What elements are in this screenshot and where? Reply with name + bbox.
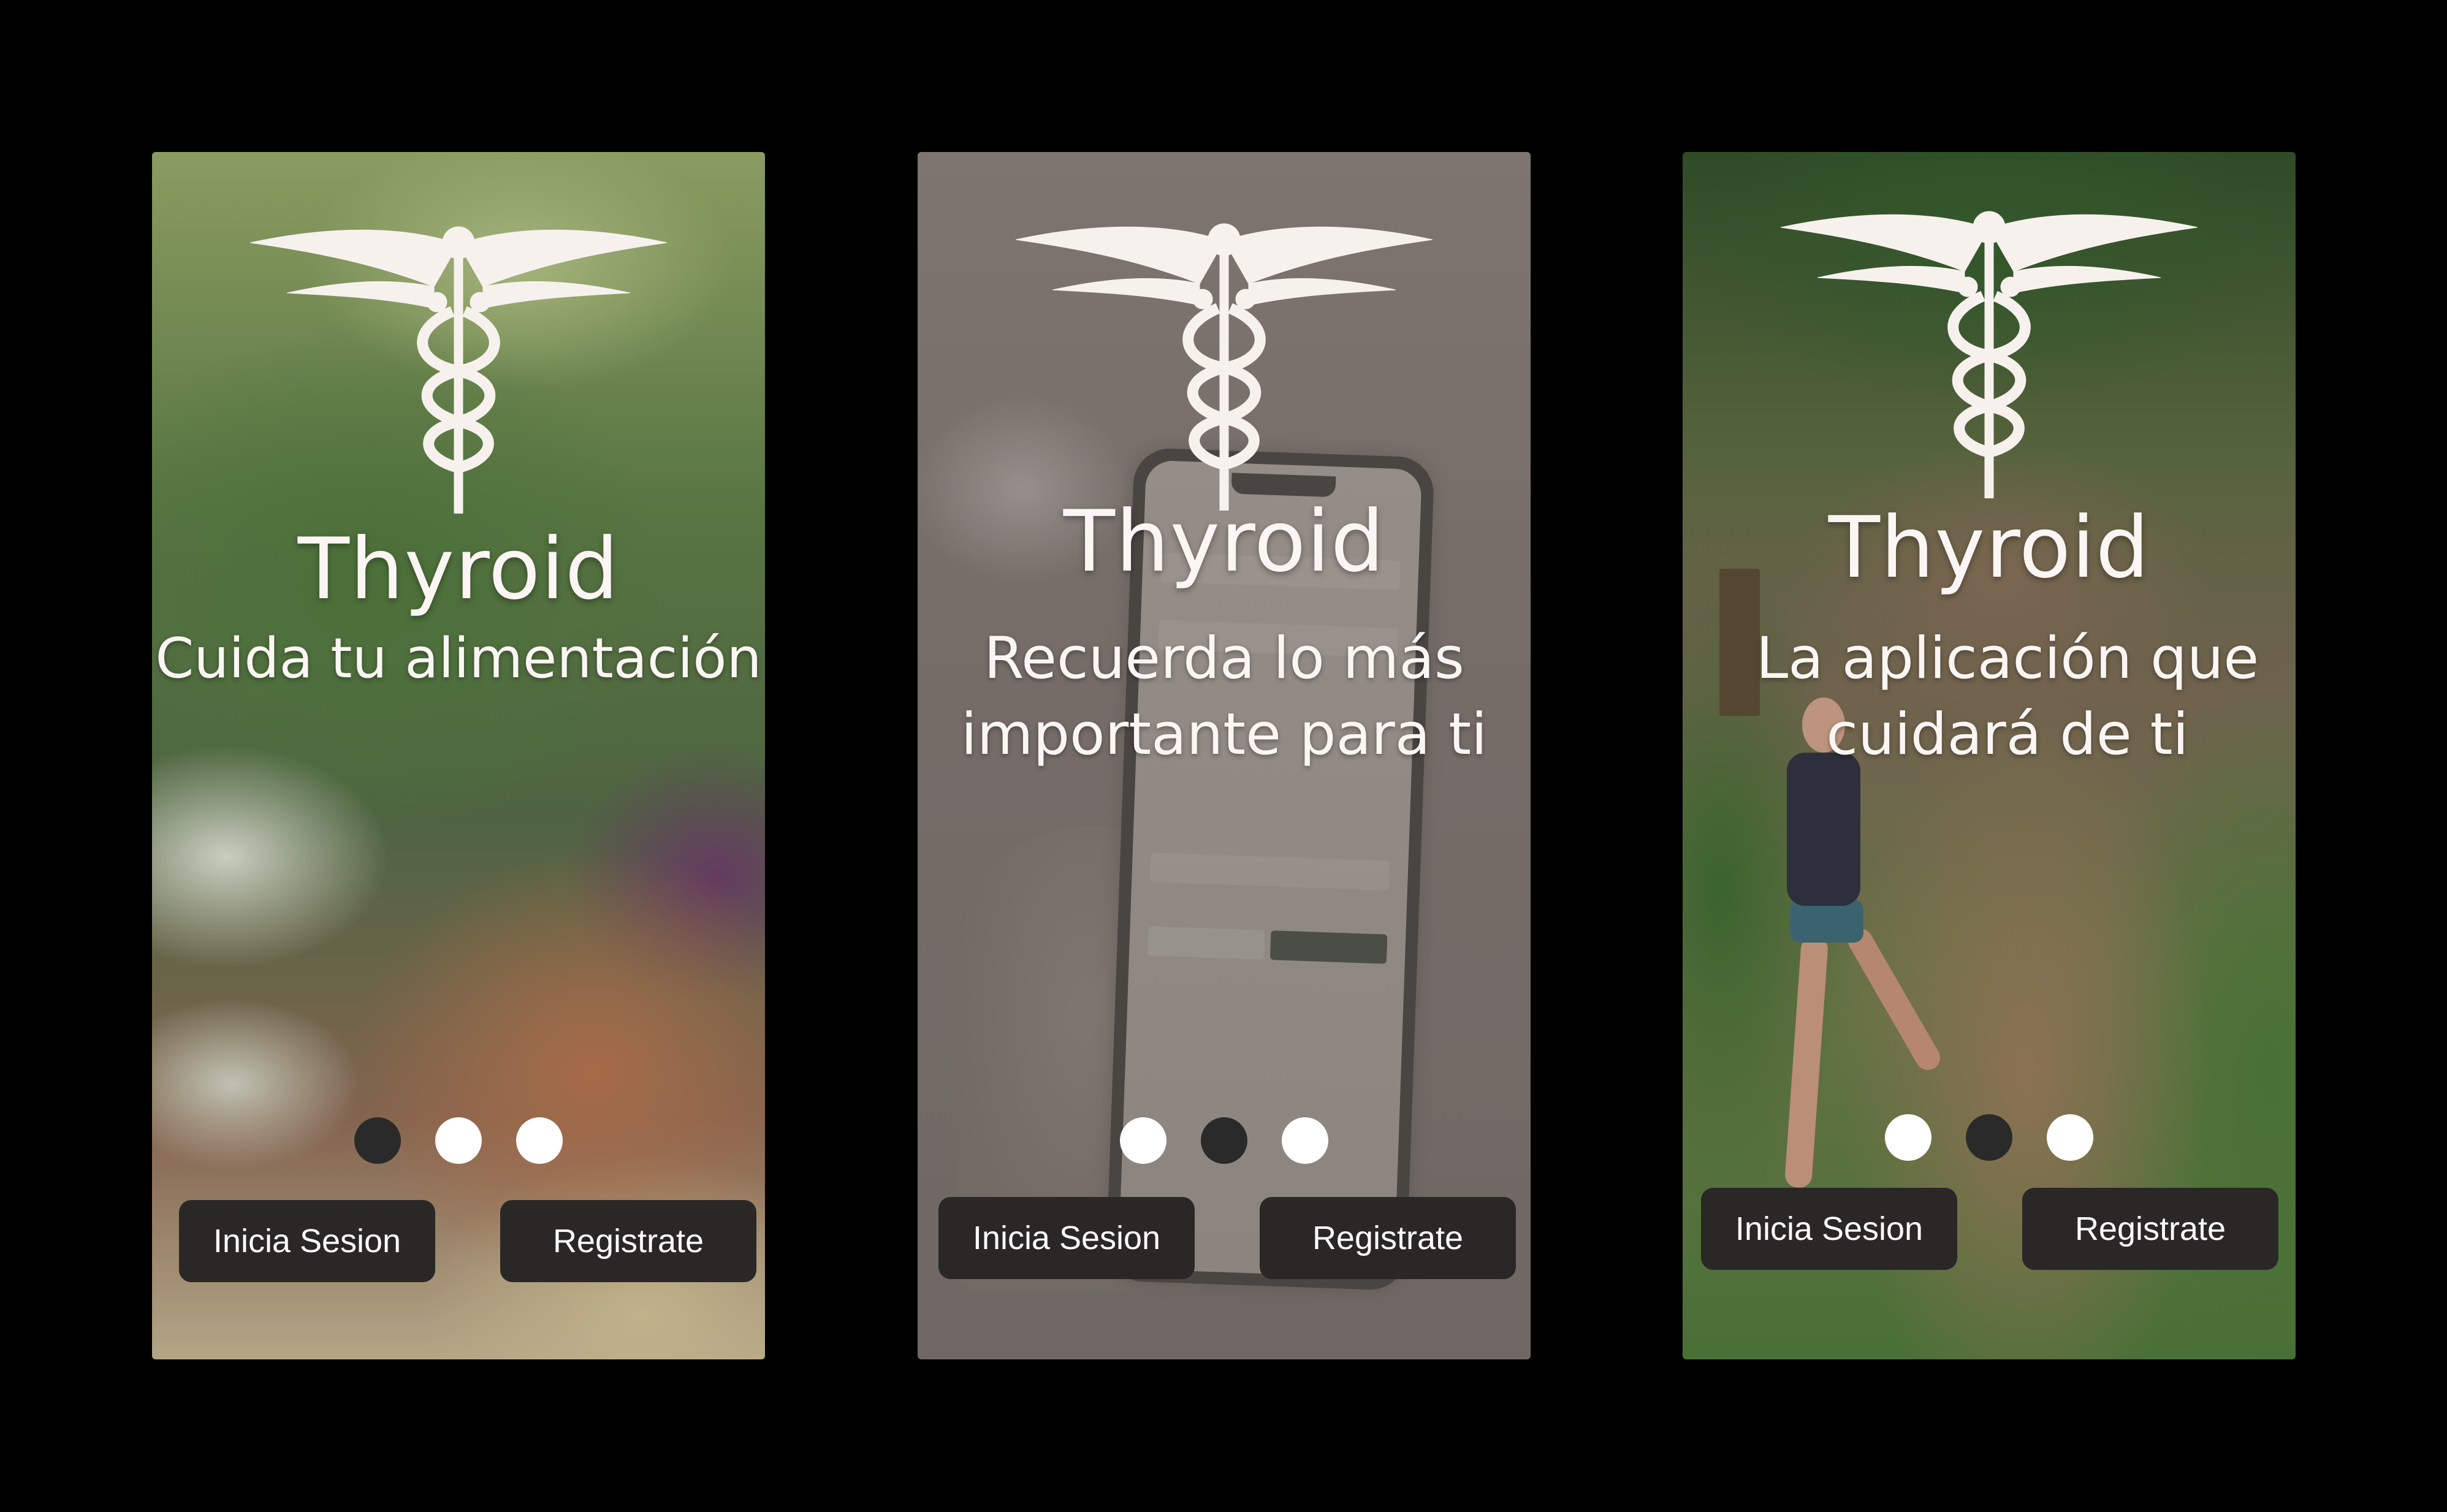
onboarding-showcase: Thyroid Cuida tu alimentación Inicia Ses…	[0, 0, 2447, 1512]
auth-buttons: Inicia Sesion Registrate	[938, 1197, 1516, 1279]
onboarding-screen-food: Thyroid Cuida tu alimentación Inicia Ses…	[152, 152, 765, 1359]
page-indicator	[152, 1117, 765, 1164]
login-button[interactable]: Inicia Sesion	[938, 1197, 1195, 1279]
tagline-line-2: cuidará de ti	[1826, 701, 2189, 768]
register-button[interactable]: Registrate	[1260, 1197, 1516, 1279]
app-brand-title: Thyroid	[1063, 492, 1385, 591]
caduceus-icon	[1780, 204, 2198, 499]
tagline-line-1: Recuerda lo más	[984, 625, 1464, 692]
register-button[interactable]: Registrate	[500, 1200, 756, 1282]
page-dot-3[interactable]	[1282, 1117, 1328, 1164]
app-brand-title: Thyroid	[297, 520, 620, 618]
auth-buttons: Inicia Sesion Registrate	[1701, 1188, 2278, 1270]
tagline-line-1: La aplicación que	[1756, 625, 2259, 692]
tagline-line-1: Cuida tu alimentación	[155, 626, 762, 691]
page-dot-2[interactable]	[435, 1117, 482, 1164]
tagline: Recuerda lo más importante para ti	[918, 621, 1531, 773]
register-button[interactable]: Registrate	[2022, 1188, 2278, 1270]
tagline: Cuida tu alimentación	[152, 621, 765, 697]
login-button[interactable]: Inicia Sesion	[179, 1200, 435, 1282]
page-dot-1[interactable]	[1120, 1117, 1166, 1164]
page-dot-1[interactable]	[354, 1117, 401, 1164]
caduceus-icon	[249, 219, 668, 514]
tagline-line-2: importante para ti	[961, 701, 1488, 768]
auth-buttons: Inicia Sesion Registrate	[179, 1200, 756, 1282]
page-indicator	[1683, 1114, 2296, 1161]
login-button[interactable]: Inicia Sesion	[1701, 1188, 1957, 1270]
onboarding-screen-reminders: Thyroid Recuerda lo más importante para …	[918, 152, 1531, 1359]
tagline: La aplicación que cuidará de ti	[1683, 621, 2296, 773]
app-brand-title: Thyroid	[1828, 498, 2150, 597]
page-dot-2[interactable]	[1966, 1114, 2012, 1161]
page-indicator	[918, 1117, 1531, 1164]
onboarding-screen-wellbeing: Thyroid La aplicación que cuidará de ti …	[1683, 152, 2296, 1359]
page-dot-3[interactable]	[516, 1117, 563, 1164]
caduceus-icon	[1015, 216, 1433, 511]
page-dot-2[interactable]	[1201, 1117, 1247, 1164]
page-dot-1[interactable]	[1885, 1114, 1931, 1161]
page-dot-3[interactable]	[2047, 1114, 2093, 1161]
